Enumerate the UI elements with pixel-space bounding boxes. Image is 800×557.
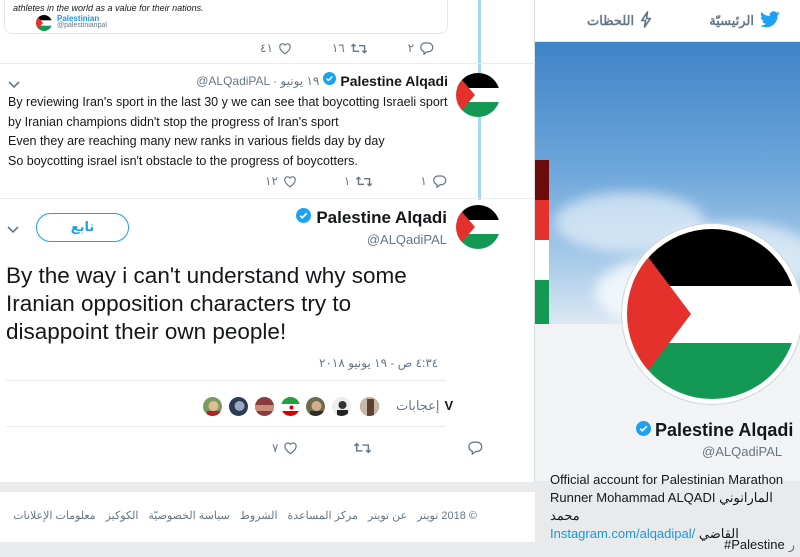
divider: [0, 63, 535, 64]
liker-avatar[interactable]: [254, 396, 275, 417]
tweet2-reply-button[interactable]: ١: [420, 174, 447, 188]
tweet2-line-1: By reviewing Iran's sport in the last 30…: [8, 95, 448, 109]
liker-avatar[interactable]: [331, 396, 352, 417]
footer-link-copyright: © 2018 تويتر: [417, 510, 477, 522]
footer-link-privacy[interactable]: سياسة الخصوصيّة: [148, 509, 229, 522]
tweet3-like-button[interactable]: ٧: [272, 441, 298, 455]
nav-moments-label: اللحظات: [587, 13, 635, 28]
liker-avatar[interactable]: [280, 396, 301, 417]
tweet2-line-2: by Iranian champions didn't stop the pro…: [8, 114, 339, 129]
nav-home[interactable]: الرئيسيّة: [709, 11, 780, 31]
hashtag-suffix: ر: [788, 537, 795, 552]
tweet3-author[interactable]: Palestine Alqadi: [296, 208, 447, 228]
likes-count: V: [444, 398, 454, 413]
likes-label: إعجابات: [396, 398, 440, 413]
chevron-down-icon[interactable]: [8, 76, 20, 94]
retweet-icon: [350, 42, 367, 54]
reply-icon: [432, 175, 447, 188]
nav-moments[interactable]: اللحظات: [587, 11, 652, 31]
divider: [6, 380, 446, 381]
tweet2-meta[interactable]: @ALQadiPAL · ١٩ يونيو: [196, 74, 319, 88]
tweet2-reply-count: ١: [420, 174, 427, 188]
bio-link[interactable]: Instagram.com/alqadipal/: [550, 526, 695, 541]
bio-line-2: Runner Mohammad ALQADI المارانوني محمد: [550, 490, 773, 523]
profile-hashtag[interactable]: #Palestine ر: [724, 537, 795, 553]
tweet2-header: Palestine Alqadi @ALQadiPAL · ١٩ يونيو: [196, 72, 448, 90]
tweet2-line-4: So boycotting israel isn't obstacle to t…: [8, 153, 358, 168]
profile-name[interactable]: Palestine Alqadi: [636, 420, 793, 441]
liker-avatar[interactable]: [228, 396, 249, 417]
verified-icon: [296, 208, 312, 228]
retweet-icon: [356, 175, 373, 187]
divider: [6, 426, 446, 427]
tweet3-handle[interactable]: @ALQadiPAL: [367, 232, 447, 247]
verified-icon: [636, 420, 651, 441]
profile-handle: @ALQadiPAL: [702, 444, 783, 459]
tweet2-retweet-button[interactable]: ١: [344, 174, 373, 188]
bolt-icon: [640, 11, 652, 31]
heart-icon: [284, 175, 296, 187]
quoted-tweet[interactable]: athletes in the world as a value for the…: [4, 0, 448, 34]
hashtag-text: #Palestine: [724, 537, 785, 552]
heart-icon: [279, 42, 291, 54]
tweet2-like-count: ١٢: [265, 174, 278, 188]
reply-icon: [420, 42, 434, 55]
tweet1-like-count: ٤١: [260, 41, 273, 55]
nav-home-label: الرئيسيّة: [709, 13, 754, 28]
heart-icon: [284, 441, 298, 454]
twitter-bird-icon: [760, 11, 780, 31]
follow-button[interactable]: تابع: [36, 213, 129, 242]
quoted-tweet-text: athletes in the world as a value for the…: [13, 3, 204, 13]
tweet3-reply-button[interactable]: [467, 440, 483, 455]
retweet-icon: [354, 442, 372, 453]
liker-avatar[interactable]: [202, 396, 223, 417]
liker-avatar[interactable]: [359, 396, 380, 417]
tweet2-retweet-count: ١: [343, 174, 351, 188]
tweet2-actions: ١٢ ١ ١: [265, 174, 447, 188]
footer-link-about[interactable]: عن تويتر: [368, 509, 407, 522]
bio-line-1: Official account for Palestinian Maratho…: [550, 472, 784, 487]
tweet2-text: By reviewing Iran's sport in the last 30…: [8, 93, 447, 171]
tweet2-line-3: Even they are reaching many new ranks in…: [8, 134, 385, 148]
tweet2-avatar[interactable]: [456, 73, 500, 117]
tweet3-text: By the way i can't understand why some I…: [6, 263, 407, 344]
tweet1-reply-count: ٢: [407, 41, 415, 55]
footer-link-ads[interactable]: معلومات الإعلانات: [13, 509, 95, 522]
tweet-modal: athletes in the world as a value for the…: [0, 0, 535, 482]
reply-icon: [468, 441, 483, 455]
footer-link-help[interactable]: مركز المساعدة: [288, 509, 358, 522]
tweet3-actions: ٧: [272, 440, 483, 455]
tweet1-actions: ٤١ ١٦ ٢: [260, 41, 434, 55]
chevron-down-icon[interactable]: [7, 221, 19, 239]
tweet3-timestamp[interactable]: ٤:٣٤ ص - ١٩ يونيو ٢٠١٨: [319, 356, 438, 370]
tweet1-retweet-count: ١٦: [331, 41, 345, 55]
tweet2-author-name[interactable]: Palestine Alqadi: [340, 73, 448, 89]
profile-name-label: Palestine Alqadi: [655, 420, 794, 440]
liker-avatar[interactable]: [305, 396, 326, 417]
tweet2-like-button[interactable]: ١٢: [265, 174, 297, 188]
footer-links: © 2018 تويتر عن تويتر مركز المساعدة الشر…: [13, 509, 477, 522]
tweet3-like-count: ٧: [272, 440, 279, 455]
tweet1-retweet-button[interactable]: ١٦: [332, 41, 368, 55]
tweet3-avatar[interactable]: [456, 205, 500, 249]
tweet1-like-button[interactable]: ٤١: [260, 41, 292, 55]
divider: [0, 198, 535, 199]
tweet3-author-name: Palestine Alqadi: [316, 208, 447, 227]
top-nav: الرئيسيّة اللحظات: [535, 0, 800, 42]
verified-icon: [323, 72, 337, 90]
likes-summary[interactable]: V إعجابات: [396, 398, 453, 414]
footer-link-cookies[interactable]: الكوكيز: [106, 509, 139, 522]
tweet1-reply-button[interactable]: ٢: [408, 41, 434, 55]
quoted-handle: @palestinianpal: [57, 22, 107, 29]
tweet3-retweet-button[interactable]: [353, 441, 372, 455]
profile-bio: Official account for Palestinian Maratho…: [550, 471, 800, 543]
footer-link-terms[interactable]: الشروط: [240, 509, 278, 522]
footer: © 2018 تويتر عن تويتر مركز المساعدة الشر…: [0, 492, 535, 542]
quoted-avatar: [36, 15, 52, 31]
banner-flag-image: [535, 160, 549, 324]
profile-avatar[interactable]: [622, 224, 800, 404]
